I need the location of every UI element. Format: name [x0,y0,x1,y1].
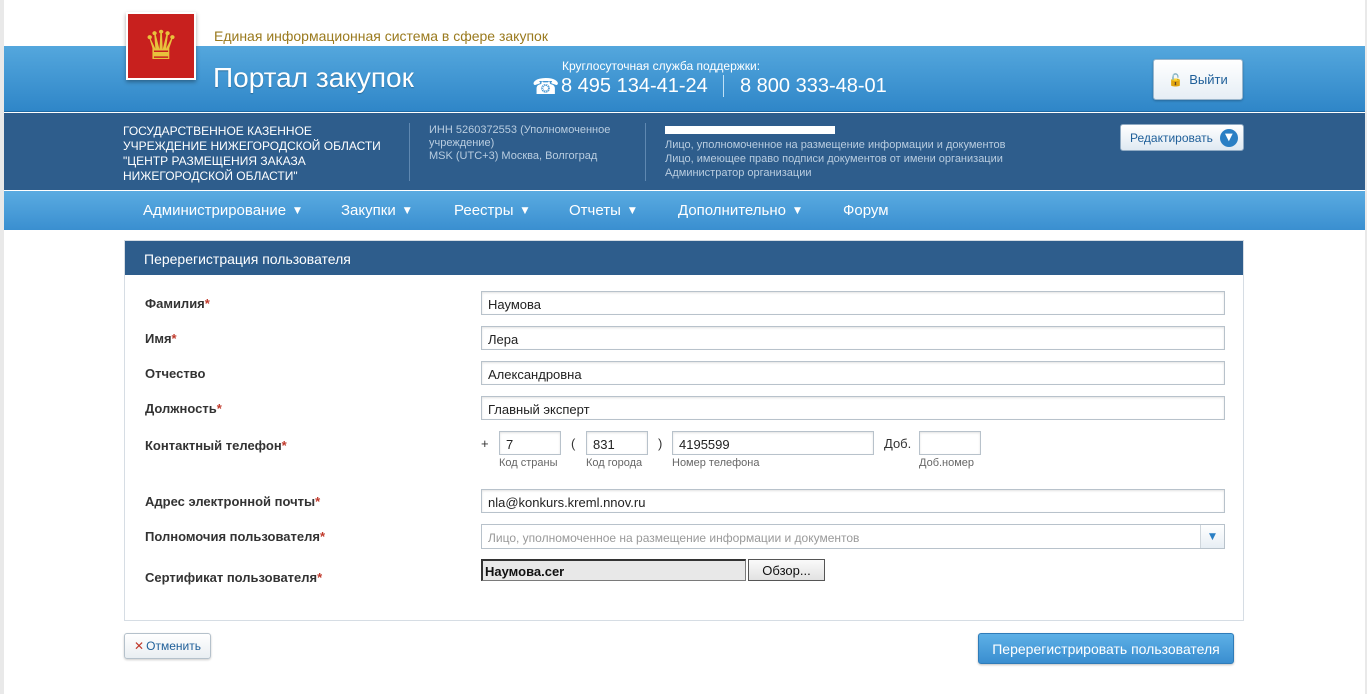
divider [645,123,646,181]
permissions-select[interactable]: Лицо, уполномоченное на размещение инфор… [481,524,1225,549]
nav-label: Реестры [454,202,514,219]
coat-of-arms-icon[interactable]: ♛ [126,12,196,80]
certificate-file-field[interactable]: Наумова.cer [481,559,746,581]
email-label: Адрес электронной почты* [145,494,321,509]
user-role: Лицо, имеющее право подписи документов о… [665,153,1003,165]
city-code-input[interactable]: 831 [586,431,648,455]
support-phone-1: 8 495 134-41-24 [561,75,708,97]
phone-number-hint: Номер телефона [672,457,760,469]
reregistration-panel: Перерегистрация пользователя Фамилия* На… [124,240,1244,621]
cancel-label: Отменить [146,639,201,653]
support-phone-2: 8 800 333-48-01 [740,75,887,97]
country-code-input[interactable]: 7 [499,431,561,455]
phone-ext-hint: Доб.номер [919,457,975,469]
organization-timezone: MSK (UTC+3) Москва, Волгоград [429,150,598,162]
divider [409,123,410,181]
caret-down-icon: ▼ [403,205,411,216]
edit-profile-button[interactable]: Редактировать ▼ [1120,124,1244,151]
firstname-label: Имя* [145,331,177,346]
main-nav: Администрирование ▼ Закупки ▼ Реестры ▼ Отч… [4,191,1365,230]
user-name-redacted [665,126,835,134]
city-code-hint: Код города [586,457,643,469]
logout-button[interactable]: 🔓 Выйти [1153,59,1243,100]
phone-ext-input[interactable] [919,431,981,455]
lastname-label: Фамилия* [145,296,210,311]
nav-forum[interactable]: Форум [843,191,889,230]
cancel-button[interactable]: ✕ Отменить [124,633,211,659]
certificate-label: Сертификат пользователя* [145,570,323,585]
lock-icon: 🔓 [1168,72,1184,87]
site-subtitle: Единая информационная система в сфере за… [214,28,548,44]
nav-registries[interactable]: Реестры ▼ [454,191,528,230]
middlename-input[interactable]: Александровна [481,361,1225,385]
position-input[interactable]: Главный эксперт [481,396,1225,420]
firstname-input[interactable]: Лера [481,326,1225,350]
caret-down-icon: ▼ [294,205,301,216]
nav-reports[interactable]: Отчеты ▼ [569,191,636,230]
nav-administration[interactable]: Администрирование ▼ [143,191,301,230]
country-code-hint: Код страны [499,457,558,469]
phone-plus: + [481,436,489,451]
caret-down-icon: ▼ [628,205,636,216]
position-label: Должность* [145,401,222,416]
nav-label: Закупки [341,202,396,219]
phone-divider [723,75,724,97]
nav-purchases[interactable]: Закупки ▼ [341,191,411,230]
support-label: Круглосуточная служба поддержки: [562,59,761,73]
phone-label: Контактный телефон* [145,438,287,453]
user-role: Лицо, уполномоченное на размещение инфор… [665,139,1006,151]
panel-title: Перерегистрация пользователя [125,241,1243,275]
middlename-label: Отчество [145,366,206,381]
header-bar: Портал закупок Круглосуточная служба под… [4,46,1365,112]
close-icon: ✕ [134,639,145,653]
phone-number-input[interactable]: 4195599 [672,431,874,455]
logout-label: Выйти [1189,72,1228,87]
nav-label: Дополнительно [678,202,786,219]
organization-bar: ГОСУДАРСТВЕННОЕ КАЗЕННОЕ УЧРЕЖДЕНИЕ НИЖЕ… [4,113,1365,190]
edit-label: Редактировать [1130,130,1213,145]
nav-additional[interactable]: Дополнительно ▼ [678,191,801,230]
reregister-button[interactable]: Перерегистрировать пользователя [978,633,1234,664]
organization-inn: ИНН 5260372553 (Уполномоченное учреждени… [429,124,611,149]
portal-title[interactable]: Портал закупок [213,62,414,94]
nav-label: Форум [843,202,889,219]
caret-down-icon: ▼ [793,205,801,216]
phone-icon: ☎ [532,75,560,100]
organization-name: ГОСУДАРСТВЕННОЕ КАЗЕННОЕ УЧРЕЖДЕНИЕ НИЖЕ… [123,124,381,183]
phone-close-paren: ) [658,436,663,451]
page: Единая информационная система в сфере за… [4,0,1365,694]
nav-label: Отчеты [569,202,621,219]
browse-button[interactable]: Обзор... [748,559,825,581]
lastname-input[interactable]: Наумова [481,291,1225,315]
phone-ext-label: Доб. [884,436,912,451]
permissions-label: Полномочия пользователя* [145,529,325,544]
organization-details: ИНН 5260372553 (Уполномоченное учреждени… [429,124,629,163]
nav-label: Администрирование [143,202,287,219]
user-roles: Лицо, уполномоченное на размещение инфор… [665,124,1085,180]
phone-open-paren: ( [571,436,576,451]
permissions-placeholder: Лицо, уполномоченное на размещение инфор… [488,531,860,545]
caret-down-icon: ▼ [521,205,529,216]
email-input[interactable]: nla@konkurs.kreml.nnov.ru [481,489,1225,513]
user-role: Администратор организации [665,167,812,179]
chevron-down-icon: ▼ [1219,128,1238,147]
chevron-down-icon[interactable]: ▼ [1200,525,1224,548]
top-strip: Единая информационная система в сфере за… [4,0,1365,46]
